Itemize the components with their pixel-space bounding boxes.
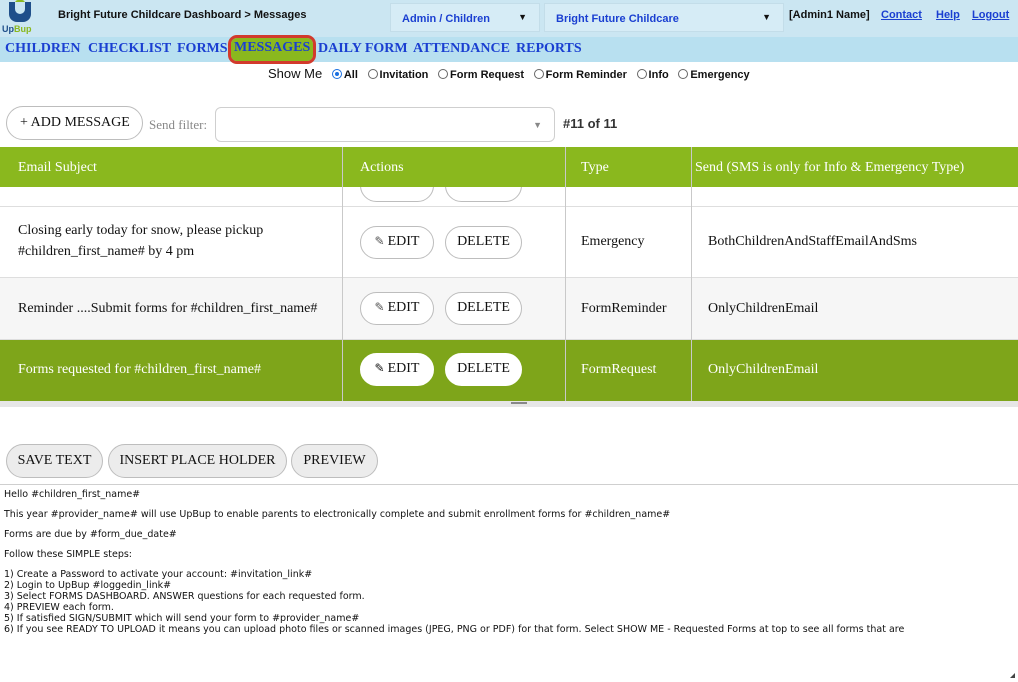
delete-button[interactable]: DELETE: [445, 353, 522, 386]
editor-line: 1) Create a Password to activate your ac…: [4, 569, 313, 580]
editor-line: Forms are due by #form_due_date#: [4, 529, 177, 540]
role-select[interactable]: Admin / Children ▼: [390, 3, 540, 32]
radio-label-invitation[interactable]: Invitation: [380, 69, 429, 81]
table-row-partial: [0, 187, 1018, 207]
send-filter-select[interactable]: ▼: [215, 107, 555, 142]
insert-placeholder-button[interactable]: INSERT PLACE HOLDER: [108, 444, 287, 478]
row-type: FormRequest: [581, 362, 657, 377]
org-select-value: Bright Future Childcare: [556, 13, 679, 25]
editor-line: This year #provider_name# will use UpBup…: [4, 509, 671, 520]
logo-wordmark: UpBup: [2, 24, 32, 34]
radio-label-form-request[interactable]: Form Request: [450, 69, 524, 81]
row-send: OnlyChildrenEmail: [708, 362, 819, 377]
column-header-type[interactable]: Type: [581, 160, 609, 176]
nav-item-checklist[interactable]: CHECKLIST: [88, 41, 171, 57]
edit-label: EDIT: [387, 234, 420, 249]
delete-button-partial[interactable]: [445, 187, 522, 202]
editor-line: 3) Select FORMS DASHBOARD. ANSWER questi…: [4, 591, 365, 602]
row-subject-line: Forms requested for #children_first_name…: [18, 362, 261, 377]
row-type: FormReminder: [581, 301, 667, 316]
delete-button[interactable]: DELETE: [445, 292, 522, 325]
caret-down-icon: ▼: [762, 12, 771, 22]
show-me-filter: Show Me All Invitation Form Request Form…: [268, 66, 756, 81]
table-header: Email Subject Actions Type Send (SMS is …: [0, 147, 1018, 187]
radio-info[interactable]: [636, 69, 647, 79]
logo-word-b: Bup: [14, 24, 32, 34]
contact-link[interactable]: Contact: [881, 9, 922, 21]
breadcrumb: Bright Future Childcare Dashboard > Mess…: [58, 9, 307, 21]
radio-emergency[interactable]: [678, 69, 689, 79]
radio-form-request[interactable]: [438, 69, 449, 79]
edit-button[interactable]: ✎ EDIT: [360, 353, 434, 386]
radio-label-all[interactable]: All: [344, 69, 358, 81]
top-header: UpBup Bright Future Childcare Dashboard …: [0, 0, 1018, 37]
logo-word-a: Up: [2, 24, 14, 34]
column-divider: [342, 147, 343, 402]
column-header-subject[interactable]: Email Subject: [18, 160, 97, 176]
column-header-send[interactable]: Send (SMS is only for Info & Emergency T…: [695, 160, 964, 176]
nav-item-messages[interactable]: MESSAGES: [227, 35, 317, 64]
table-row[interactable]: Reminder ....Submit forms for #children_…: [0, 278, 1018, 340]
pencil-icon: ✎: [374, 361, 385, 375]
column-header-actions: Actions: [360, 160, 404, 175]
caret-down-icon: ▼: [518, 12, 527, 22]
editor-line: 4) PREVIEW each form.: [4, 602, 114, 613]
nav-item-daily-form[interactable]: DAILY FORM: [318, 41, 408, 57]
radio-form-reminder[interactable]: [533, 69, 544, 79]
caret-down-icon: ▼: [533, 120, 542, 130]
resize-handle-icon[interactable]: [1010, 673, 1015, 678]
pencil-icon: ✎: [374, 234, 385, 248]
editor-line: 2) Login to UpBup #loggedin_link#: [4, 580, 172, 591]
upbup-logo[interactable]: UpBup: [0, 0, 40, 37]
column-divider: [691, 147, 692, 402]
edit-label: EDIT: [387, 361, 420, 376]
user-name: [Admin1 Name]: [789, 9, 870, 21]
role-select-value: Admin / Children: [402, 13, 490, 25]
radio-all[interactable]: [331, 69, 342, 79]
preview-button[interactable]: PREVIEW: [291, 444, 378, 478]
message-editor[interactable]: Hello #children_first_name# This year #p…: [0, 484, 1018, 682]
table-row-selected[interactable]: Forms requested for #children_first_name…: [0, 340, 1018, 401]
editor-line: Hello #children_first_name#: [4, 489, 141, 500]
row-send: BothChildrenAndStaffEmailAndSms: [708, 234, 917, 249]
pencil-icon: ✎: [374, 300, 385, 314]
column-divider: [565, 147, 566, 402]
help-link[interactable]: Help: [936, 9, 960, 21]
logo-u-icon: [9, 2, 31, 22]
splitter-grip-icon[interactable]: [511, 402, 527, 404]
nav-item-attendance[interactable]: ATTENDANCE: [413, 41, 510, 57]
send-filter-label: Send filter:: [149, 117, 208, 132]
nav-item-reports[interactable]: REPORTS: [516, 41, 582, 57]
editor-line: Follow these SIMPLE steps:: [4, 549, 132, 560]
row-subject-line: #children_first_name# by 4 pm: [18, 244, 195, 259]
record-count: #11 of 11: [563, 116, 618, 131]
row-type: Emergency: [581, 234, 645, 249]
edit-button[interactable]: ✎ EDIT: [360, 292, 434, 325]
delete-button[interactable]: DELETE: [445, 226, 522, 259]
row-subject-line: Closing early today for snow, please pic…: [18, 223, 264, 238]
radio-invitation[interactable]: [367, 69, 378, 79]
save-text-button[interactable]: SAVE TEXT: [6, 444, 103, 478]
main-nav: CHILDREN CHECKLIST FORMS MESSAGES DAILY …: [0, 35, 1018, 64]
logout-link[interactable]: Logout: [972, 9, 1009, 21]
table-row[interactable]: Closing early today for snow, please pic…: [0, 207, 1018, 278]
edit-button[interactable]: ✎ EDIT: [360, 226, 434, 259]
row-send: OnlyChildrenEmail: [708, 301, 819, 316]
edit-label: EDIT: [387, 300, 420, 315]
nav-item-children[interactable]: CHILDREN: [5, 41, 80, 57]
add-message-button[interactable]: + ADD MESSAGE: [6, 106, 143, 140]
edit-button-partial[interactable]: [360, 187, 434, 202]
radio-label-info[interactable]: Info: [649, 69, 669, 81]
show-me-label: Show Me: [268, 66, 323, 81]
editor-line: 6) If you see READY TO UPLOAD it means y…: [4, 624, 905, 635]
editor-line: 5) If satisfied SIGN/SUBMIT which will s…: [4, 613, 360, 624]
radio-label-form-reminder[interactable]: Form Reminder: [546, 69, 627, 81]
pane-splitter[interactable]: [0, 401, 1018, 407]
radio-label-emergency[interactable]: Emergency: [690, 69, 749, 81]
org-select[interactable]: Bright Future Childcare ▼: [544, 3, 784, 32]
nav-item-forms[interactable]: FORMS: [177, 41, 228, 57]
row-subject-line: Reminder ....Submit forms for #children_…: [18, 301, 318, 316]
